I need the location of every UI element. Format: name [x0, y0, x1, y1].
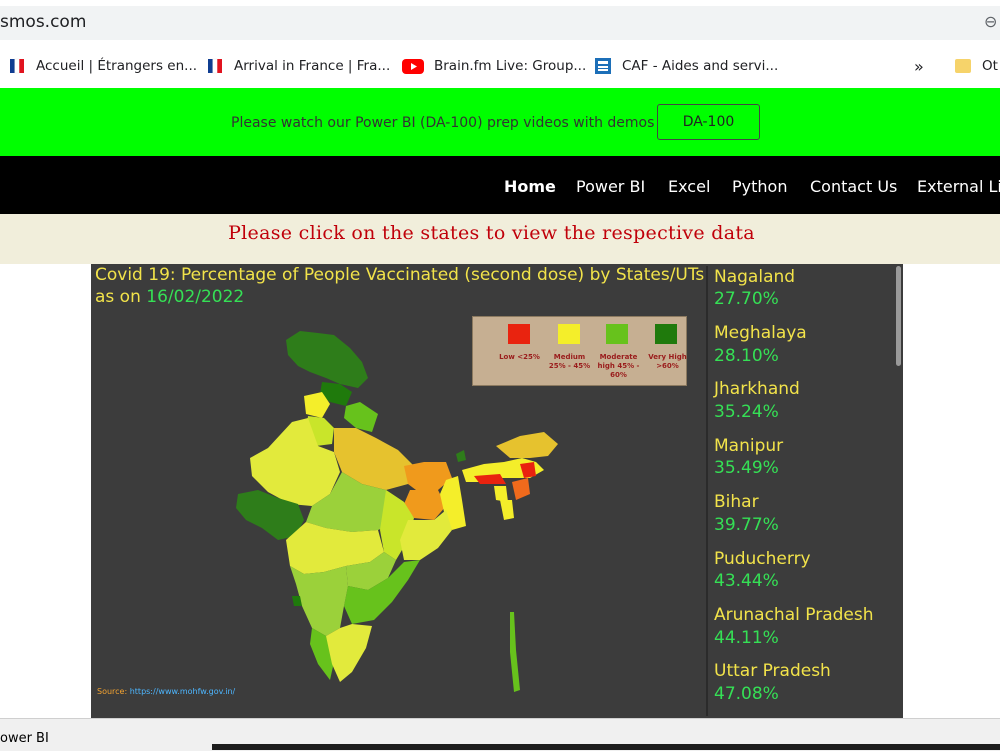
- map-state-tripura[interactable]: [494, 486, 508, 502]
- map-state-manipur[interactable]: [512, 478, 530, 500]
- source-label: Source:: [97, 687, 128, 696]
- state-name[interactable]: Nagaland: [714, 267, 795, 287]
- legend-label-medium: Medium 25% - 45%: [548, 353, 591, 370]
- address-text[interactable]: smos.com: [0, 12, 86, 32]
- bookmark-brainfm[interactable]: Brain.fm Live: Group...: [402, 56, 586, 76]
- france-flag-icon: [208, 58, 222, 74]
- state-value: 35.24%: [714, 402, 779, 422]
- bookmarks-overflow-button[interactable]: »: [914, 56, 924, 76]
- state-name[interactable]: Bihar: [714, 492, 759, 512]
- bookmark-label: CAF - Aides and servi...: [622, 58, 779, 74]
- state-value: 27.70%: [714, 289, 779, 309]
- dashboard-date: 16/02/2022: [146, 287, 245, 307]
- state-name[interactable]: Arunachal Pradesh: [714, 605, 874, 625]
- state-value: 47.08%: [714, 684, 779, 704]
- state-name[interactable]: Jharkhand: [714, 379, 800, 399]
- dashboard-title: Covid 19: Percentage of People Vaccinate…: [95, 265, 705, 285]
- bookmark-accueil[interactable]: Accueil | Étrangers en...: [8, 56, 197, 76]
- legend-swatch-very-high: [655, 324, 677, 344]
- map-state-arunachal-pradesh[interactable]: [496, 432, 558, 458]
- map-state-mizoram[interactable]: [500, 500, 514, 520]
- data-source: Source: https://www.mohfw.gov.in/: [97, 687, 235, 696]
- legend-label-low: Low <25%: [499, 353, 540, 361]
- bookmark-other[interactable]: Ot: [954, 56, 998, 76]
- state-value: 28.10%: [714, 346, 779, 366]
- source-link[interactable]: https://www.mohfw.gov.in/: [130, 687, 236, 696]
- map-state-uttarakhand[interactable]: [344, 402, 378, 432]
- da100-button[interactable]: DA-100: [657, 104, 760, 140]
- map-islands-andaman[interactable]: [510, 612, 520, 692]
- youtube-icon: [402, 59, 424, 74]
- caf-icon: [595, 58, 611, 74]
- france-flag-icon: [10, 58, 24, 74]
- map-state-sikkim[interactable]: [456, 450, 466, 462]
- state-name[interactable]: Puducherry: [714, 549, 811, 569]
- state-value: 44.11%: [714, 628, 779, 648]
- state-value: 39.77%: [714, 515, 779, 535]
- state-name[interactable]: Uttar Pradesh: [714, 661, 831, 681]
- bookmark-label: Brain.fm Live: Group...: [434, 58, 587, 74]
- legend-swatch-medium: [558, 324, 580, 344]
- dashboard-subtitle: as on 16/02/2022: [95, 287, 244, 307]
- bookmark-caf[interactable]: CAF - Aides and servi...: [594, 56, 778, 76]
- bookmark-arrival[interactable]: Arrival in France | Fra...: [206, 56, 390, 76]
- list-divider: [706, 266, 708, 716]
- as-on-label: as on: [95, 287, 141, 307]
- state-value: 35.49%: [714, 458, 779, 478]
- nav-excel[interactable]: Excel: [668, 177, 710, 196]
- map-state-jammu-kashmir[interactable]: [286, 331, 368, 388]
- legend-swatch-moderate-high: [606, 324, 628, 344]
- nav-power-bi[interactable]: Power BI: [576, 177, 645, 196]
- state-name[interactable]: Manipur: [714, 436, 783, 456]
- map-state-tamil-nadu[interactable]: [326, 624, 372, 682]
- taskbar-strip: [212, 744, 1000, 750]
- nav-external-links[interactable]: External Lin: [917, 177, 1000, 196]
- zoom-icon[interactable]: ⊖: [984, 12, 997, 31]
- bookmark-label: Accueil | Étrangers en...: [36, 58, 198, 74]
- legend-swatch-low: [508, 324, 530, 344]
- taskbar-window-title[interactable]: ower BI: [0, 731, 49, 746]
- state-list-scrollbar[interactable]: [896, 266, 901, 366]
- state-name[interactable]: Meghalaya: [714, 323, 807, 343]
- bookmark-label: Arrival in France | Fra...: [234, 58, 391, 74]
- nav-contact-us[interactable]: Contact Us: [810, 177, 897, 196]
- folder-icon: [955, 59, 971, 73]
- bookmark-label: Ot: [982, 58, 998, 74]
- notice-text: Please click on the states to view the r…: [228, 222, 755, 244]
- legend-label-moderate-high: Moderate high 45% - 60%: [597, 353, 640, 379]
- state-value: 43.44%: [714, 571, 779, 591]
- address-bar[interactable]: [0, 6, 1000, 40]
- nav-python[interactable]: Python: [732, 177, 787, 196]
- legend-label-very-high: Very High >60%: [648, 353, 687, 370]
- banner-text: Please watch our Power BI (DA-100) prep …: [231, 115, 655, 131]
- nav-home[interactable]: Home: [504, 177, 556, 196]
